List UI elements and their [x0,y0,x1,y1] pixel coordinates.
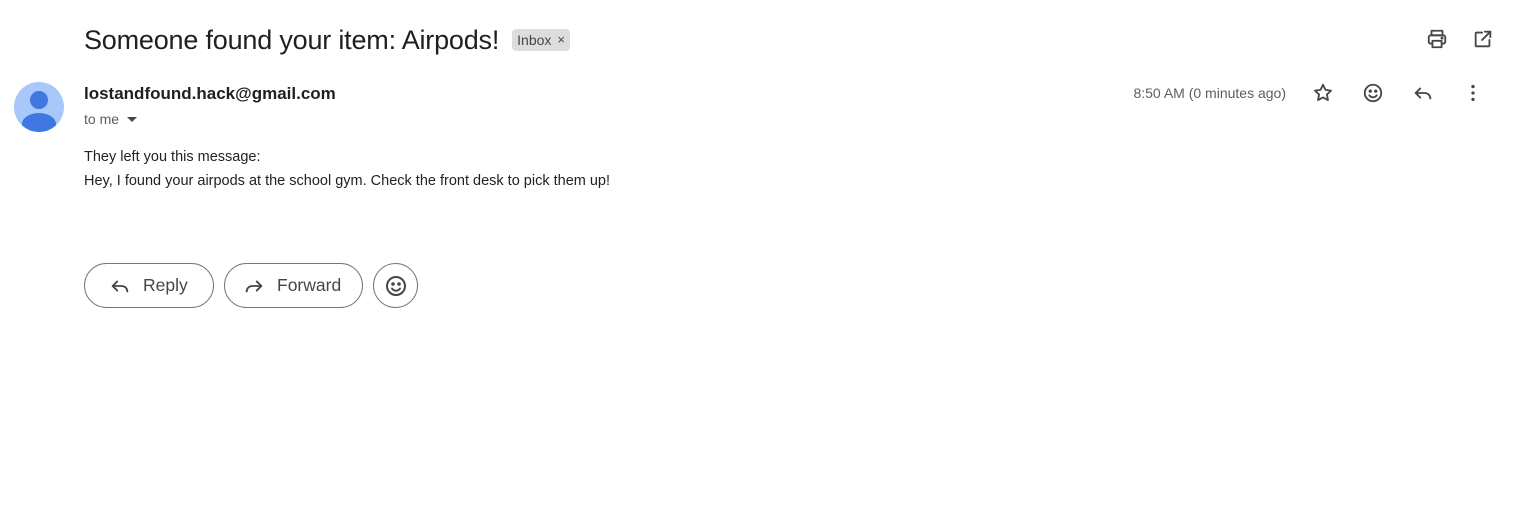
forward-button[interactable]: Forward [224,263,363,308]
timestamp: 8:50 AM (0 minutes ago) [1133,85,1286,101]
email-subject: Someone found your item: Airpods! [84,25,500,55]
emoji-icon [385,275,406,296]
subject-row: Someone found your item: Airpods! Inbox … [84,24,570,56]
reply-button-label: Reply [143,275,188,295]
recipient-label: to me [84,111,120,127]
top-actions [1424,26,1496,52]
message-meta: 8:50 AM (0 minutes ago) [1133,80,1486,106]
emoji-icon[interactable] [1360,80,1386,106]
reply-button[interactable]: Reply [84,263,214,308]
emoji-reaction-button[interactable] [373,263,418,308]
message-body: They left you this message: Hey, I found… [84,145,610,193]
inbox-label-chip[interactable]: Inbox × [512,29,570,51]
reply-icon[interactable] [1410,80,1436,106]
sender-avatar[interactable] [14,82,64,132]
star-icon[interactable] [1310,80,1336,106]
remove-label-icon[interactable]: × [557,29,565,51]
label-text: Inbox [517,32,552,48]
reply-actions: Reply Forward [84,263,418,308]
open-in-new-window-icon[interactable] [1470,26,1496,52]
avatar-head [30,91,48,109]
sender-email[interactable]: lostandfound.hack@gmail.com [84,84,336,104]
recipient-details-toggle[interactable]: to me [84,111,138,127]
body-line: They left you this message: [84,149,261,165]
reply-icon [111,280,129,292]
forward-icon [245,280,263,292]
forward-button-label: Forward [277,275,342,295]
avatar-body [22,113,56,132]
print-icon[interactable] [1424,26,1450,52]
more-vert-icon[interactable] [1460,80,1486,106]
body-line: Hey, I found your airpods at the school … [84,173,611,189]
chevron-down-icon [127,116,138,122]
